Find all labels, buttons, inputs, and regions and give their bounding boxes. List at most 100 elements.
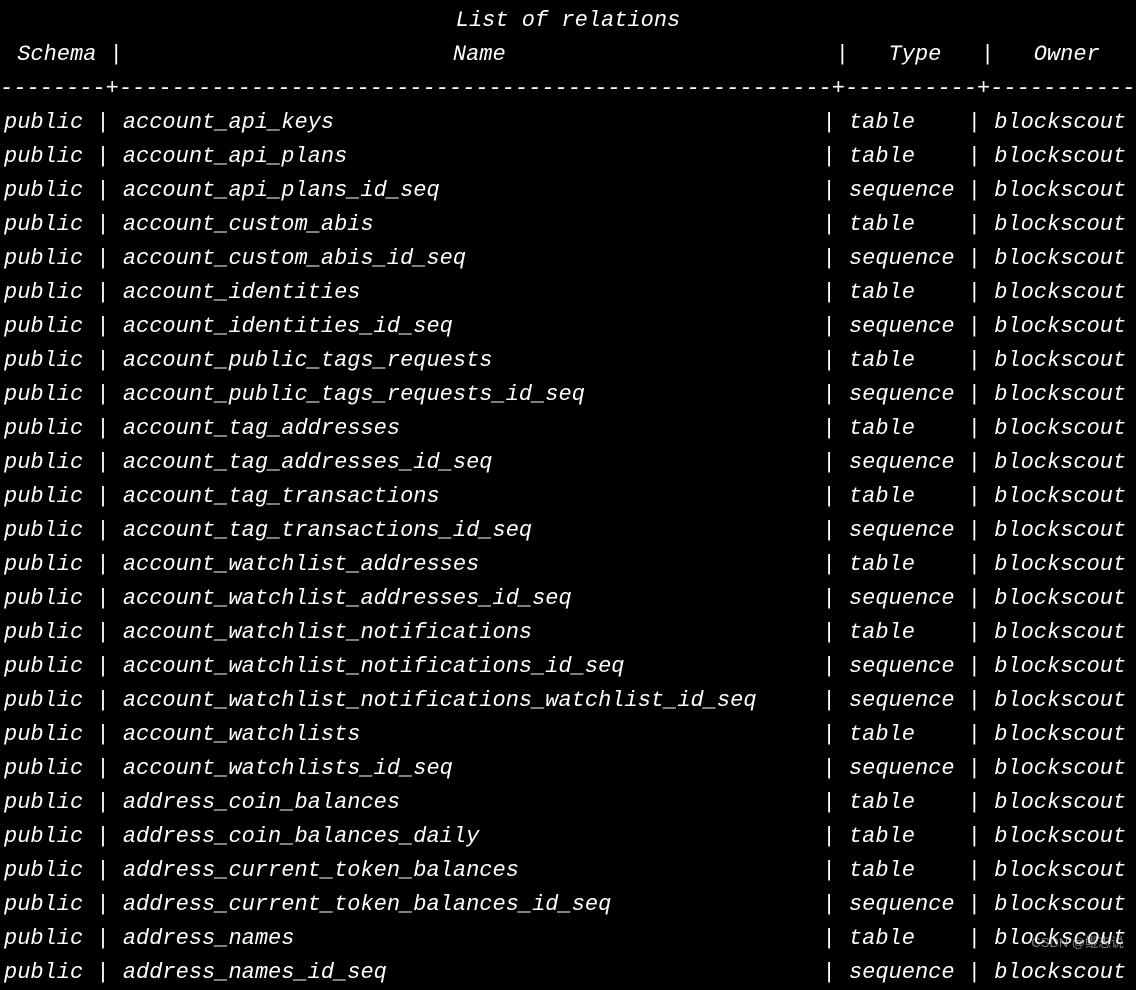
cell-owner: blockscout — [994, 722, 1126, 747]
cell-schema: public — [4, 824, 96, 849]
table-row: public | account_identities | table | bl… — [0, 276, 1136, 310]
table-row: public | account_identities_id_seq | seq… — [0, 310, 1136, 344]
cell-type: sequence — [849, 382, 955, 407]
cell-owner: blockscout — [994, 552, 1126, 577]
cell-name: address_names — [123, 926, 810, 951]
cell-type: sequence — [849, 450, 955, 475]
cell-name: account_identities_id_seq — [123, 314, 810, 339]
cell-name: account_custom_abis_id_seq — [123, 246, 810, 271]
table-row: public | account_tag_addresses | table |… — [0, 412, 1136, 446]
cell-type: table — [849, 790, 955, 815]
psql-separator: --------+-------------------------------… — [0, 72, 1136, 106]
psql-header-row: Schema | Name | Type | Owner — [0, 38, 1136, 72]
table-row: public | account_watchlist_notifications… — [0, 684, 1136, 718]
cell-name: account_api_plans — [123, 144, 810, 169]
cell-type: table — [849, 722, 955, 747]
cell-type: sequence — [849, 314, 955, 339]
table-row: public | account_tag_transactions | tabl… — [0, 480, 1136, 514]
cell-type: table — [849, 144, 955, 169]
cell-schema: public — [4, 518, 96, 543]
cell-name: account_tag_transactions_id_seq — [123, 518, 810, 543]
cell-name: account_api_keys — [123, 110, 810, 135]
cell-type: sequence — [849, 756, 955, 781]
cell-type: table — [849, 110, 955, 135]
cell-name: account_tag_addresses — [123, 416, 810, 441]
cell-schema: public — [4, 756, 96, 781]
cell-schema: public — [4, 926, 96, 951]
cell-owner: blockscout — [994, 144, 1126, 169]
cell-schema: public — [4, 416, 96, 441]
table-row: public | account_tag_addresses_id_seq | … — [0, 446, 1136, 480]
cell-schema: public — [4, 178, 96, 203]
table-row: public | account_watchlist_notifications… — [0, 650, 1136, 684]
cell-owner: blockscout — [994, 824, 1126, 849]
cell-schema: public — [4, 790, 96, 815]
cell-owner: blockscout — [994, 246, 1126, 271]
cell-name: account_watchlist_notifications_watchlis… — [123, 688, 810, 713]
table-row: public | address_coin_balances | table |… — [0, 786, 1136, 820]
cell-owner: blockscout — [994, 688, 1126, 713]
cell-name: account_watchlist_addresses — [123, 552, 810, 577]
cell-type: table — [849, 926, 955, 951]
cell-name: account_watchlist_notifications — [123, 620, 810, 645]
cell-owner: blockscout — [994, 110, 1126, 135]
cell-name: address_current_token_balances_id_seq — [123, 892, 810, 917]
cell-schema: public — [4, 484, 96, 509]
table-row: public | account_watchlist_addresses | t… — [0, 548, 1136, 582]
table-row: public | account_api_plans_id_seq | sequ… — [0, 174, 1136, 208]
cell-name: address_coin_balances_daily — [123, 824, 810, 849]
cell-schema: public — [4, 110, 96, 135]
table-row: public | account_custom_abis | table | b… — [0, 208, 1136, 242]
table-row: public | address_current_token_balances_… — [0, 888, 1136, 922]
cell-name: account_tag_addresses_id_seq — [123, 450, 810, 475]
cell-owner: blockscout — [994, 892, 1126, 917]
cell-type: table — [849, 824, 955, 849]
cell-owner: blockscout — [994, 382, 1126, 407]
cell-name: account_tag_transactions — [123, 484, 810, 509]
cell-type: table — [849, 212, 955, 237]
cell-name: account_watchlist_addresses_id_seq — [123, 586, 810, 611]
cell-schema: public — [4, 348, 96, 373]
cell-type: table — [849, 552, 955, 577]
cell-name: account_watchlists — [123, 722, 810, 747]
cell-type: sequence — [849, 892, 955, 917]
cell-name: address_current_token_balances — [123, 858, 810, 883]
cell-schema: public — [4, 654, 96, 679]
cell-owner: blockscout — [994, 484, 1126, 509]
table-row: public | account_watchlist_addresses_id_… — [0, 582, 1136, 616]
cell-name: account_identities — [123, 280, 810, 305]
cell-type: sequence — [849, 518, 955, 543]
cell-owner: blockscout — [994, 620, 1126, 645]
cell-schema: public — [4, 382, 96, 407]
table-row: public | account_tag_transactions_id_seq… — [0, 514, 1136, 548]
table-row: public | address_current_token_balances … — [0, 854, 1136, 888]
table-row: public | account_custom_abis_id_seq | se… — [0, 242, 1136, 276]
cell-schema: public — [4, 722, 96, 747]
table-row: public | account_api_keys | table | bloc… — [0, 106, 1136, 140]
cell-name: account_custom_abis — [123, 212, 810, 237]
table-row: public | account_watchlists_id_seq | seq… — [0, 752, 1136, 786]
table-row: public | address_names | table | blocksc… — [0, 922, 1136, 956]
cell-name: address_coin_balances — [123, 790, 810, 815]
cell-type: table — [849, 416, 955, 441]
cell-owner: blockscout — [994, 450, 1126, 475]
cell-owner: blockscout — [994, 586, 1126, 611]
table-row: public | account_public_tags_requests | … — [0, 344, 1136, 378]
cell-schema: public — [4, 688, 96, 713]
cell-owner: blockscout — [994, 212, 1126, 237]
table-row: public | account_public_tags_requests_id… — [0, 378, 1136, 412]
cell-name: account_api_plans_id_seq — [123, 178, 810, 203]
cell-type: sequence — [849, 246, 955, 271]
cell-type: table — [849, 858, 955, 883]
cell-owner: blockscout — [994, 960, 1126, 985]
cell-name: account_watchlists_id_seq — [123, 756, 810, 781]
cell-type: sequence — [849, 960, 955, 985]
psql-title: List of relations — [0, 4, 1136, 38]
cell-owner: blockscout — [994, 178, 1126, 203]
cell-name: account_public_tags_requests_id_seq — [123, 382, 810, 407]
cell-schema: public — [4, 552, 96, 577]
cell-owner: blockscout — [994, 790, 1126, 815]
cell-schema: public — [4, 212, 96, 237]
cell-type: sequence — [849, 178, 955, 203]
table-row: public | account_watchlists | table | bl… — [0, 718, 1136, 752]
